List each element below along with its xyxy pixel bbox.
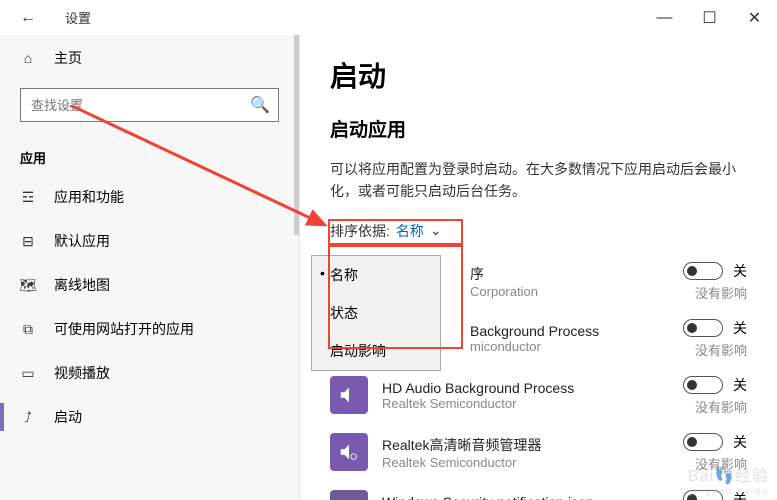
home-icon: ⌂ [20,50,36,66]
sort-dropdown[interactable]: •名称 状态 启动影响 [311,255,441,371]
app-name: HD Audio Background Process [382,380,653,396]
toggle-label: 关 [733,432,747,452]
sidebar-item-offline-maps[interactable]: 🗺 离线地图 [0,263,299,307]
toggle-switch[interactable] [683,262,723,280]
sidebar-item-startup[interactable]: ⭜ 启动 [0,395,299,439]
toggle-label: 关 [733,318,747,338]
sidebar-item-video-playback[interactable]: ▭ 视频播放 [0,351,299,395]
app-publisher: miconductor [470,339,653,354]
app-name: 序 [470,264,653,284]
sidebar-item-label: 视频播放 [54,363,110,383]
app-name: Realtek高清晰音频管理器 [382,435,653,455]
toggle-switch[interactable] [683,433,723,451]
back-button[interactable]: ← [20,9,40,27]
sidebar-item-label: 离线地图 [54,275,110,295]
sort-value: 名称 [396,221,424,241]
shield-icon [330,490,368,500]
impact-label: 没有影响 [667,340,747,359]
speaker-settings-icon [330,433,368,471]
dropdown-item-name[interactable]: •名称 [312,256,440,294]
close-button[interactable]: ✕ [732,0,777,35]
app-publisher: Corporation [470,284,653,299]
window-title: 设置 [65,8,91,27]
sidebar-item-website-apps[interactable]: ⧉ 可使用网站打开的应用 [0,307,299,351]
search-icon: 🔍 [252,97,268,113]
list-item: HD Audio Background Process Realtek Semi… [330,367,747,424]
sort-label: 排序依据: [330,221,390,241]
toggle-label: 关 [733,489,747,500]
defaults-icon: ⊟ [20,233,36,249]
sidebar: ⌂ 主页 🔍 应用 ☲ 应用和功能 ⊟ 默认应用 🗺 离线地图 ⧉ 可使用网站打… [0,35,300,500]
list-icon: ☲ [20,189,36,205]
link-icon: ⧉ [20,321,36,337]
map-icon: 🗺 [20,277,36,293]
impact-label: 没有影响 [667,454,747,473]
sidebar-home-label: 主页 [54,48,82,68]
toggle-label: 关 [733,375,747,395]
app-name: Background Process [470,323,653,339]
title-bar: ← 设置 — ☐ ✕ [0,0,777,35]
toggle-switch[interactable] [683,490,723,500]
sidebar-item-label: 可使用网站打开的应用 [54,319,194,339]
main-panel: 启动 启动应用 可以将应用配置为登录时启动。在大多数情况下应用启动后会最小化，或… [300,35,777,500]
search-input[interactable] [31,98,252,113]
toggle-switch[interactable] [683,319,723,337]
chevron-down-icon: ⌄ [430,222,442,239]
impact-label: 没有影响 [667,283,747,302]
toggle-switch[interactable] [683,376,723,394]
speaker-icon [330,376,368,414]
sidebar-item-default-apps[interactable]: ⊟ 默认应用 [0,219,299,263]
minimize-button[interactable]: — [642,0,687,35]
section-description: 可以将应用配置为登录时启动。在大多数情况下应用启动后会最小化，或者可能只启动后台… [330,158,747,203]
sidebar-item-label: 应用和功能 [54,187,124,207]
impact-label: 没有影响 [667,397,747,416]
app-publisher: Realtek Semiconductor [382,455,653,470]
sidebar-item-apps-features[interactable]: ☲ 应用和功能 [0,175,299,219]
dropdown-item-state[interactable]: 状态 [312,294,440,332]
video-icon: ▭ [20,365,36,381]
section-heading: 启动应用 [330,115,747,142]
sort-by[interactable]: 排序依据: 名称 ⌄ [330,221,747,241]
page-title: 启动 [330,55,747,95]
list-item: Realtek高清晰音频管理器 Realtek Semiconductor 关 … [330,424,747,481]
sidebar-section-header: 应用 [0,134,299,175]
startup-icon: ⭜ [20,409,36,425]
toggle-label: 关 [733,261,747,281]
list-item: Windows Security notification icon Micro… [330,481,747,500]
sidebar-item-label: 默认应用 [54,231,110,251]
dropdown-item-impact[interactable]: 启动影响 [312,332,440,370]
app-publisher: Realtek Semiconductor [382,396,653,411]
sidebar-item-label: 启动 [54,407,82,427]
search-box[interactable]: 🔍 [20,88,279,122]
app-name: Windows Security notification icon [382,494,653,500]
sidebar-home[interactable]: ⌂ 主页 [0,40,299,76]
maximize-button[interactable]: ☐ [687,0,732,35]
window-controls: — ☐ ✕ [642,0,777,35]
